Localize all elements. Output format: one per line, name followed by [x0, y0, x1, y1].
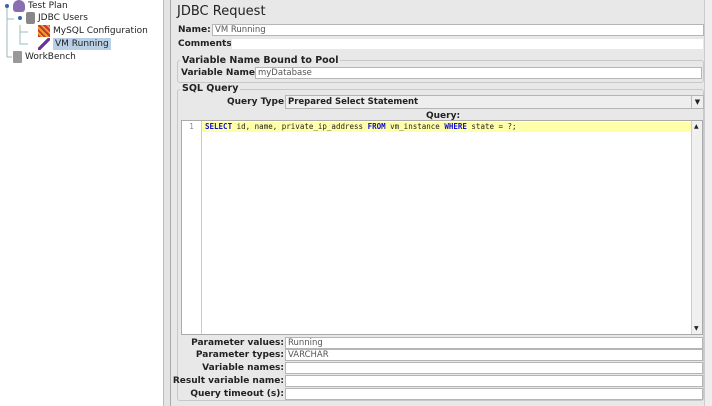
- parameter-types-input[interactable]: VARCHAR: [285, 349, 703, 361]
- tree-node-test-plan[interactable]: Test Plan: [13, 0, 68, 12]
- main-scrollbar[interactable]: [704, 0, 712, 406]
- tree-node-jdbc-users[interactable]: JDBC Users: [26, 12, 88, 24]
- result-variable-name-label: Result variable name:: [172, 376, 284, 386]
- chevron-down-icon[interactable]: ▼: [691, 96, 703, 108]
- sampler-pipette-icon: [38, 38, 50, 50]
- tree-node-mysql-configuration[interactable]: MySQL Configuration: [38, 25, 148, 37]
- thread-group-icon: [26, 12, 35, 24]
- query-text: SELECT id, name, private_ip_address FROM…: [205, 122, 517, 131]
- name-label: Name:: [178, 25, 211, 35]
- variable-name-input[interactable]: myDatabase: [255, 67, 702, 79]
- tree-node-vm-running[interactable]: VM Running: [38, 38, 111, 50]
- query-timeout-label: Query timeout (s):: [190, 389, 284, 399]
- parameter-types-label: Parameter types:: [195, 350, 284, 360]
- test-plan-icon: [13, 0, 25, 12]
- comments-input[interactable]: [231, 38, 704, 50]
- pool-group-title: Variable Name Bound to Pool: [180, 55, 341, 66]
- line-number-gutter: 1: [182, 121, 202, 334]
- query-timeout-input[interactable]: [285, 388, 703, 400]
- config-icon: [38, 25, 50, 37]
- variable-names-label: Variable names:: [202, 363, 284, 373]
- name-input[interactable]: VM Running: [212, 24, 704, 36]
- workbench-icon: [13, 51, 22, 63]
- scroll-up-icon[interactable]: ▲: [694, 123, 699, 130]
- page-title: JDBC Request: [177, 4, 266, 19]
- parameter-values-input[interactable]: Running: [285, 337, 703, 349]
- sql-query-group-title: SQL Query: [180, 83, 241, 94]
- parameter-values-label: Parameter values:: [191, 338, 284, 348]
- comments-label: Comments:: [178, 39, 236, 49]
- editor-scrollbar[interactable]: ▲ ▼: [691, 121, 702, 334]
- query-type-label: Query Type:: [227, 97, 288, 107]
- query-type-select[interactable]: Prepared Select Statement ▼: [285, 95, 704, 109]
- result-variable-name-input[interactable]: [285, 375, 703, 387]
- variable-name-label: Variable Name:: [181, 68, 259, 78]
- test-plan-tree[interactable]: Test Plan JDBC Users MySQL Configuration…: [0, 0, 164, 406]
- jdbc-request-panel: JDBC Request Name: VM Running Comments: …: [171, 0, 704, 406]
- query-editor[interactable]: 1 SELECT id, name, private_ip_address FR…: [181, 120, 703, 335]
- variable-names-input[interactable]: [285, 362, 703, 374]
- tree-node-workbench[interactable]: WorkBench: [13, 51, 76, 63]
- splitter[interactable]: [164, 0, 171, 406]
- scroll-down-icon[interactable]: ▼: [694, 325, 699, 332]
- line-number: 1: [189, 122, 194, 131]
